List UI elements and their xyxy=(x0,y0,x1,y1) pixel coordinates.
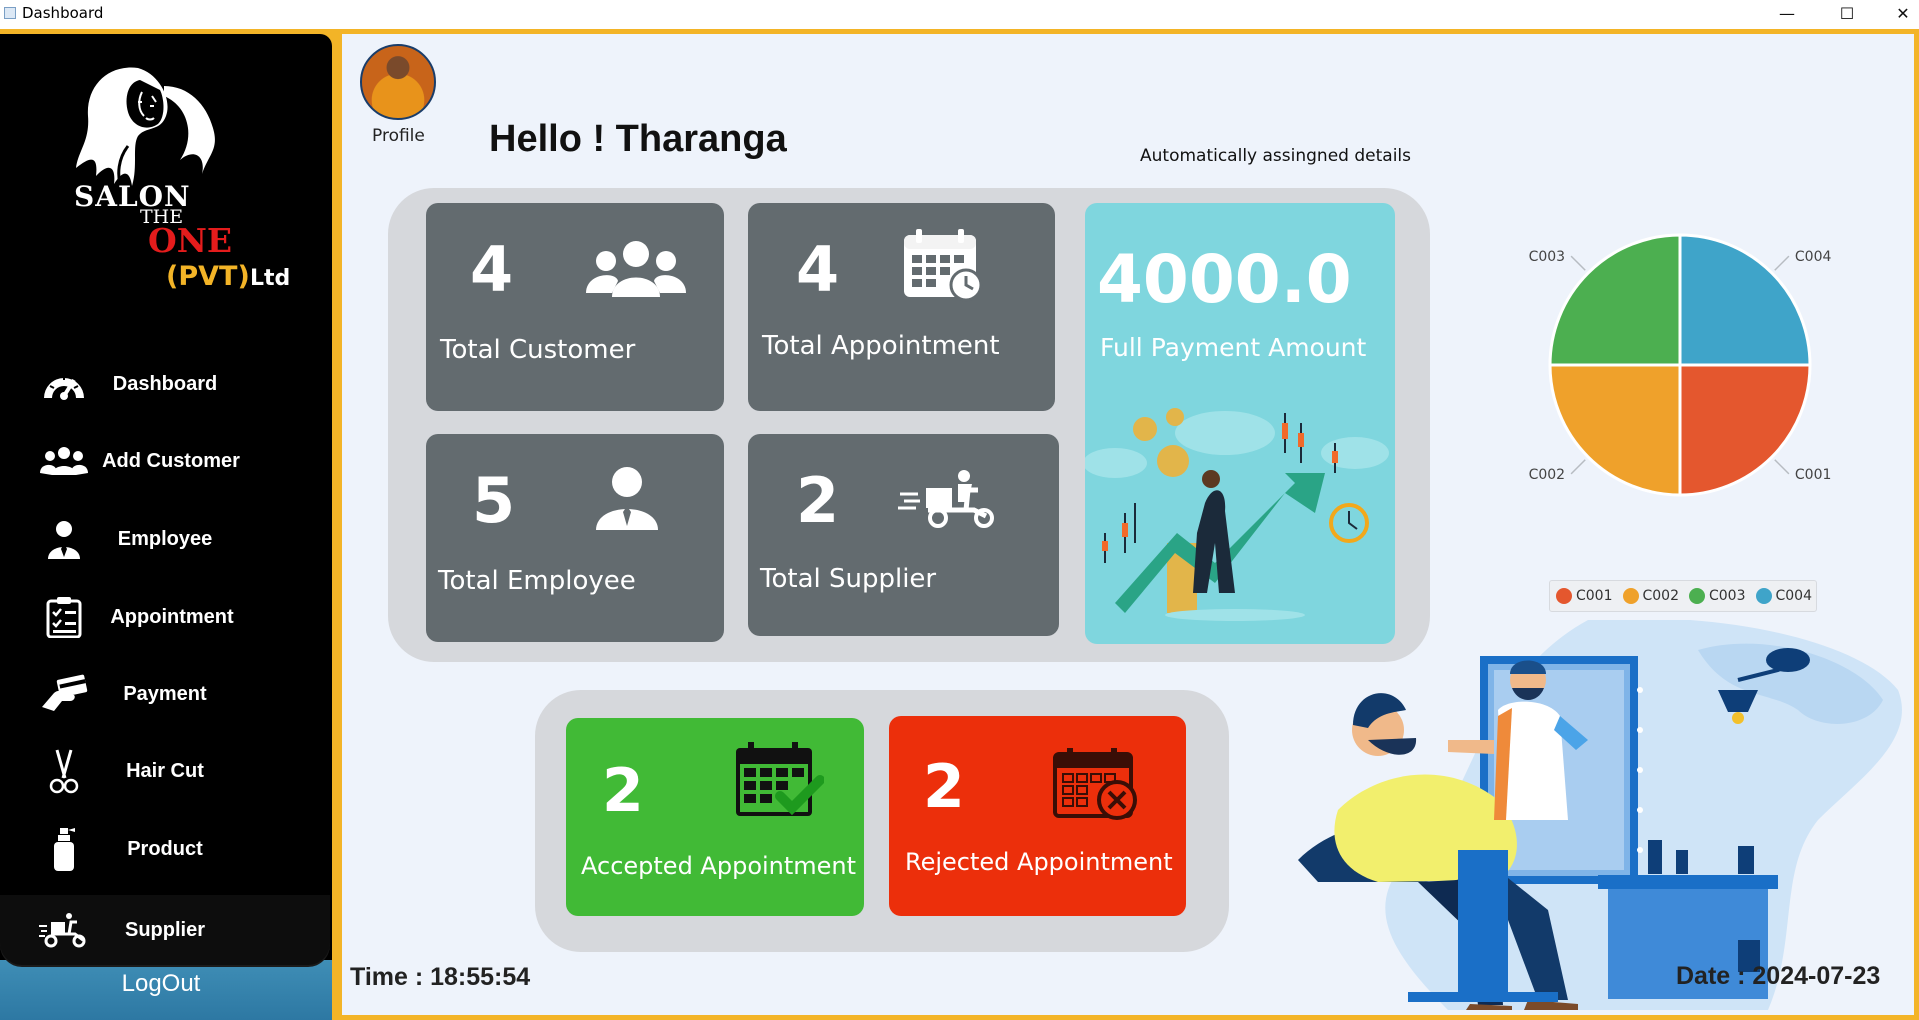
sidebar-item-add-customer[interactable]: Add Customer xyxy=(0,430,330,492)
logo-one: ONE xyxy=(148,221,233,260)
legend-swatch xyxy=(1689,588,1705,604)
calendar-check-icon xyxy=(734,740,825,825)
profile-label[interactable]: Profile xyxy=(372,126,425,146)
legend-swatch xyxy=(1755,588,1772,604)
date-display: Date : 2024-07-23 xyxy=(1676,962,1881,990)
avatar[interactable] xyxy=(360,44,436,120)
logout-button[interactable]: LogOut xyxy=(0,970,322,998)
full-payment-label: Full Payment Amount xyxy=(1100,333,1367,362)
legend-item: C002 xyxy=(1622,588,1680,604)
app-icon xyxy=(4,7,16,19)
total-customer-label: Total Customer xyxy=(440,335,636,365)
customer-pie-chart: C001 C002 C003 C004 xyxy=(1529,233,1832,497)
legend-label: C002 xyxy=(1642,588,1680,604)
auto-details-caption: Automatically assingned details xyxy=(1140,146,1411,166)
logo-ltd: Ltd xyxy=(250,266,291,291)
sidebar-item-payment[interactable]: Payment xyxy=(0,663,330,725)
total-employee-label: Total Employee xyxy=(438,566,636,596)
sidebar-item-supplier[interactable]: Supplier xyxy=(0,895,330,965)
total-customer-card: 4 Total Customer xyxy=(426,203,724,411)
employee-icon xyxy=(594,466,660,535)
salon-logo: SALON THE ONE (PVT) Ltd xyxy=(68,56,308,296)
sidebar-item-label: Supplier xyxy=(124,918,205,941)
legend-label: C001 xyxy=(1576,588,1613,604)
users-icon xyxy=(586,239,686,302)
calendar-cross-icon xyxy=(1053,746,1141,827)
total-employee-card: 5 Total Employee xyxy=(426,434,724,642)
pie-label-line xyxy=(1774,255,1790,271)
rejected-appointment-card: 2 Rejected Appointment xyxy=(889,716,1186,916)
sidebar-item-dashboard[interactable]: Dashboard xyxy=(0,353,330,415)
accepted-appointment-card: 2 Accepted Appointment xyxy=(566,718,864,916)
total-employee-value: 5 xyxy=(472,464,516,537)
sidebar-item-label: Employee xyxy=(117,527,213,550)
pie-legend: C001 C002 C003 C004 xyxy=(1549,580,1817,612)
pie-label-line xyxy=(1570,459,1586,475)
pie-label-line xyxy=(1774,459,1790,475)
window-titlebar: Dashboard — ☐ ✕ xyxy=(0,0,1919,26)
legend-item: C001 xyxy=(1556,588,1613,604)
pie-label: C001 xyxy=(1795,467,1832,483)
full-payment-card: 4000.0 Full Payment Amount xyxy=(1085,203,1395,644)
legend-label: C004 xyxy=(1775,588,1813,604)
total-supplier-label: Total Supplier xyxy=(760,564,937,594)
minimize-button[interactable]: — xyxy=(1764,0,1810,26)
legend-label: C003 xyxy=(1709,588,1746,604)
sidebar-item-label: Dashboard xyxy=(112,372,218,395)
sidebar-item-label: Appointment xyxy=(110,605,234,628)
time-display: Time : 18:55:54 xyxy=(350,963,531,991)
total-appointment-card: 4 Total Appointment xyxy=(748,203,1055,411)
total-supplier-card: 2 Total Supplier xyxy=(748,434,1059,636)
sidebar-item-hair-cut[interactable]: Hair Cut xyxy=(0,740,330,802)
sidebar-item-label: Product xyxy=(127,837,203,860)
sidebar-item-appointment[interactable]: Appointment xyxy=(0,586,330,648)
legend-swatch xyxy=(1622,588,1639,604)
delivery-scooter-icon xyxy=(898,468,998,533)
total-supplier-value: 2 xyxy=(796,464,840,537)
business-growth-illustration xyxy=(1085,408,1389,621)
pie-label: C004 xyxy=(1795,249,1832,265)
close-button[interactable]: ✕ xyxy=(1880,0,1919,26)
pie-label: C002 xyxy=(1529,467,1566,483)
greeting: Hello ! Tharanga xyxy=(489,118,787,160)
pie-slice-c004 xyxy=(1678,233,1812,367)
sidebar-item-employee[interactable]: Employee xyxy=(0,508,330,570)
pie-label: C003 xyxy=(1529,249,1566,265)
pie-slice-c003 xyxy=(1548,233,1682,367)
calendar-clock-icon xyxy=(900,227,986,308)
total-appointment-label: Total Appointment xyxy=(762,331,1000,361)
barber-illustration xyxy=(1298,620,1902,1010)
rejected-appointment-label: Rejected Appointment xyxy=(905,848,1173,876)
accepted-appointment-label: Accepted Appointment xyxy=(581,852,857,880)
sidebar-item-label: Add Customer xyxy=(102,449,240,472)
legend-item: C004 xyxy=(1755,588,1813,604)
sidebar-item-product[interactable]: Product xyxy=(0,818,330,880)
total-appointment-value: 4 xyxy=(796,233,840,306)
full-payment-value: 4000.0 xyxy=(1097,241,1352,318)
total-customer-value: 4 xyxy=(470,233,514,306)
rejected-appointment-value: 2 xyxy=(923,752,965,822)
pie-slice-c001 xyxy=(1678,363,1812,497)
accepted-appointment-value: 2 xyxy=(602,756,644,826)
legend-item: C003 xyxy=(1689,588,1746,604)
logo-pvt: (PVT) xyxy=(166,261,250,292)
window-title: Dashboard xyxy=(22,4,104,22)
sidebar-item-label: Hair Cut xyxy=(126,759,204,782)
maximize-button[interactable]: ☐ xyxy=(1824,0,1870,26)
legend-swatch xyxy=(1556,588,1572,604)
woman-logo-icon xyxy=(76,67,215,196)
sidebar-item-label: Payment xyxy=(123,682,207,705)
pie-label-line xyxy=(1570,255,1586,271)
pie-slice-c002 xyxy=(1548,363,1682,497)
